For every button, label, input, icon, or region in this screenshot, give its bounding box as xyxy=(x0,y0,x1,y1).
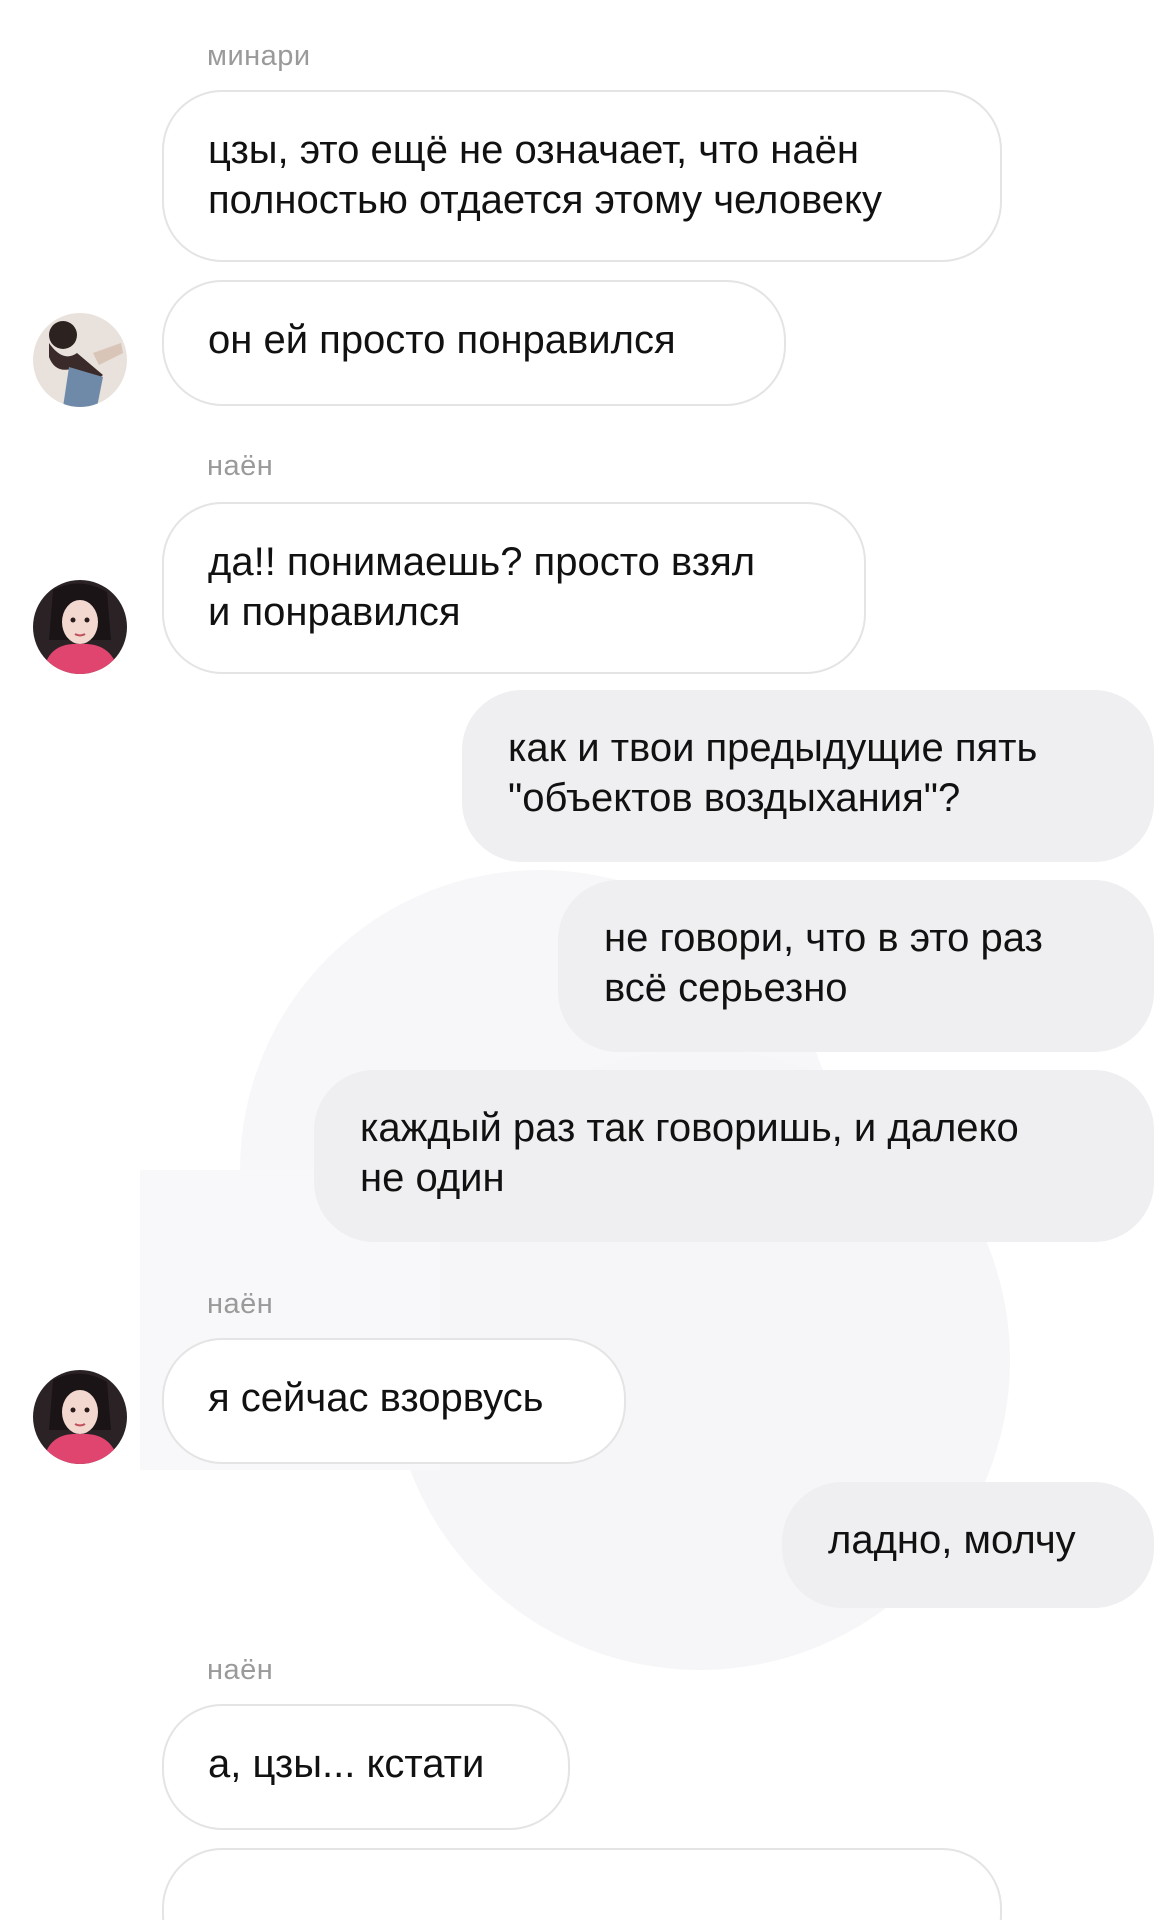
outgoing-message-bubble[interactable]: как и твои предыдущие пять "объектов воз… xyxy=(462,690,1154,862)
message-bubble[interactable]: да!! понимаешь? просто взял и понравился xyxy=(162,502,866,674)
message-bubble[interactable]: а, цзы... кстати xyxy=(162,1704,570,1830)
outgoing-message-bubble[interactable]: каждый раз так говоришь, и далеко не оди… xyxy=(314,1070,1154,1242)
nayeon-avatar-icon[interactable] xyxy=(33,580,127,674)
sender-name: наён xyxy=(207,1654,274,1686)
chat-thread: минари цзы, это ещё не означает, что наё… xyxy=(0,0,1172,1920)
message-bubble-partial[interactable] xyxy=(162,1848,1002,1920)
nayeon-avatar-icon[interactable] xyxy=(33,1370,127,1464)
minari-avatar-icon[interactable] xyxy=(33,313,127,407)
message-bubble[interactable]: цзы, это ещё не означает, что наён полно… xyxy=(162,90,1002,262)
outgoing-message-bubble[interactable]: ладно, молчу xyxy=(782,1482,1154,1608)
sender-name: минари xyxy=(207,40,311,72)
sender-name: наён xyxy=(207,1288,274,1320)
message-bubble[interactable]: я сейчас взорвусь xyxy=(162,1338,626,1464)
outgoing-message-bubble[interactable]: не говори, что в это раз всё серьезно xyxy=(558,880,1154,1052)
sender-name: наён xyxy=(207,450,274,482)
message-bubble[interactable]: он ей просто понравился xyxy=(162,280,786,406)
